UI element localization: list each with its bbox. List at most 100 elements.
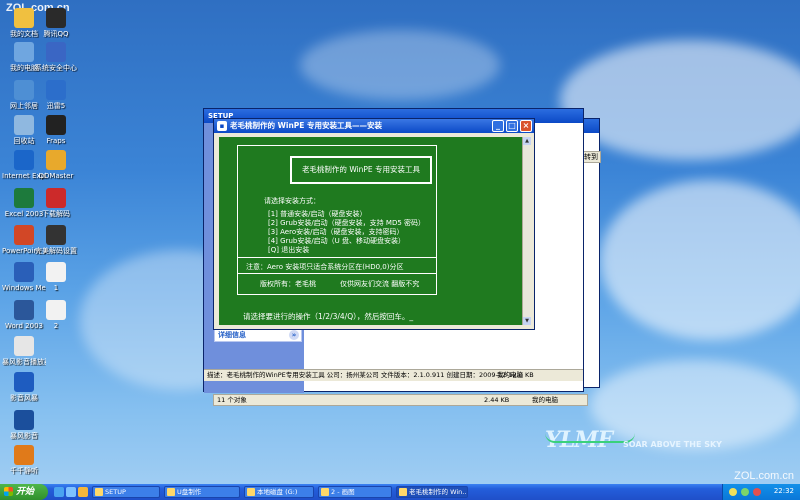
quicklaunch-ie-icon[interactable] — [54, 487, 64, 497]
maximize-button[interactable]: □ — [506, 120, 518, 132]
ttplayer-icon — [14, 445, 34, 465]
desktop-icon-label: 1 — [53, 284, 59, 292]
desktop-icon[interactable]: 影音风暴 — [2, 372, 46, 402]
desktop-icon[interactable]: 暴风影音播放器 — [2, 336, 46, 366]
status-pc: 我的电脑 — [532, 396, 558, 404]
aero-note: 注意：Aero 安装项只适合系统分区在(HD0,0)分区 — [246, 263, 404, 271]
tray-security-icon[interactable] — [753, 488, 761, 496]
taskbar-button[interactable]: 老毛桃制作的 Win... — [396, 486, 468, 498]
ddmaster-icon — [46, 150, 66, 170]
console-scrollbar[interactable]: ▲ ▼ — [522, 137, 531, 325]
installer-title: 老毛桃制作的 WinPE 专用安装工具——安装 — [230, 121, 383, 130]
desktop-icon-label: 暴风影音 — [10, 432, 38, 440]
desktop-icon-label: Fraps — [46, 137, 66, 145]
file-icon — [46, 300, 66, 320]
desktop-icon[interactable]: 迅雷5 — [34, 80, 78, 110]
taskbar-button[interactable]: SETUP — [92, 486, 160, 498]
excel-icon — [14, 188, 34, 208]
desktop-icon-label: 2 — [53, 322, 59, 330]
app-icon: ▪ — [217, 121, 227, 131]
window-icon — [95, 488, 103, 496]
desktop-icon-label: 千千静听 — [10, 467, 38, 475]
tray-speaker-icon[interactable] — [729, 488, 737, 496]
taskbar-button-label: 2 - 画图 — [331, 488, 355, 496]
status-location: 我的电脑 — [497, 371, 523, 379]
minimize-button[interactable]: _ — [492, 120, 504, 132]
storm-icon — [14, 410, 34, 430]
ylmf-logo: YLMF SOAR ABOVE THE SKY — [545, 427, 722, 453]
desktop-icon[interactable]: 系统安全中心 — [34, 42, 78, 72]
desktop-icon[interactable]: 千千静听 — [2, 445, 46, 475]
desktop-icon-label: 系统安全中心 — [35, 64, 77, 72]
desktop-icon-label: 迅雷5 — [46, 102, 66, 110]
taskbar-button[interactable]: 本地磁盘 (G:) — [244, 486, 314, 498]
taskbar-button-label: 老毛桃制作的 Win... — [409, 488, 468, 496]
taskbar-button-label: U盘制作 — [177, 488, 202, 496]
window-icon — [321, 488, 329, 496]
desktop-icon[interactable]: 2 — [34, 300, 78, 330]
explorer-status-bar-2: 11 个对象 2.44 KB 我的电脑 — [213, 394, 588, 406]
desktop-icon-label: 影音风暴 — [10, 394, 38, 402]
storm-codec-icon — [14, 372, 34, 392]
start-button[interactable]: 开始 — [0, 484, 48, 500]
download-icon — [46, 188, 66, 208]
prompt-heading: 请选择安装方式： — [264, 197, 320, 205]
installer-titlebar[interactable]: ▪ 老毛桃制作的 WinPE 专用安装工具——安装 _ □ × — [214, 119, 534, 133]
desktop-icon[interactable]: 1 — [34, 262, 78, 292]
desktop-icon[interactable]: 腾讯QQ — [34, 8, 78, 38]
copyright-note: 仅供网友们交流 翻版不究 — [340, 280, 420, 288]
logo-swoosh — [545, 433, 635, 443]
details-pane-header[interactable]: 详细信息 » — [214, 328, 302, 342]
desktop-icon-label: 完美解码设置 — [35, 247, 77, 255]
windows-flag-icon — [4, 487, 13, 496]
codec-settings-icon — [46, 225, 66, 245]
media-player-icon — [14, 262, 34, 282]
desktop-icon-label: 腾讯QQ — [43, 30, 69, 38]
system-tray: 22:32 — [722, 484, 800, 500]
explorer-status-bar: 描述：老毛桃制作的WinPE专用安装工具 公司：扬州某公司 文件版本：2.1.0… — [204, 369, 583, 381]
scroll-up-icon[interactable]: ▲ — [523, 137, 531, 145]
chevron-down-icon[interactable]: » — [289, 330, 299, 340]
desktop-icon-label: DDMaster — [38, 172, 74, 180]
window-icon — [399, 488, 407, 496]
quicklaunch-folder-icon[interactable] — [78, 487, 88, 497]
desktop-icon[interactable]: 暴风影音 — [2, 410, 46, 440]
fraps-icon — [46, 115, 66, 135]
qq-icon — [46, 8, 66, 28]
desktop-icon[interactable]: DDMaster — [34, 150, 78, 180]
clock: 22:32 — [773, 487, 794, 495]
thunder-icon — [46, 80, 66, 100]
logo-slogan: SOAR ABOVE THE SKY — [623, 440, 722, 449]
window-icon — [167, 488, 175, 496]
desktop-icon[interactable]: 完美解码设置 — [34, 225, 78, 255]
powerpoint-icon — [14, 225, 34, 245]
scroll-down-icon[interactable]: ▼ — [523, 317, 531, 325]
taskbar-button-label: SETUP — [105, 488, 126, 496]
menu-panel: 老毛桃制作的 WinPE 专用安装工具 请选择安装方式： [1] 普通安装/启动… — [237, 145, 437, 295]
desktop-icon[interactable]: 下载解码 — [34, 188, 78, 218]
window-icon — [247, 488, 255, 496]
divider — [238, 273, 436, 274]
status-size: 2.44 KB — [484, 396, 510, 404]
word-icon — [14, 300, 34, 320]
console-area[interactable]: 老毛桃制作的 WinPE 专用安装工具 请选择安装方式： [1] 普通安装/启动… — [219, 137, 531, 325]
close-button[interactable]: × — [520, 120, 532, 132]
ie-icon — [14, 150, 34, 170]
details-label: 详细信息 — [218, 331, 246, 339]
desktop-icon[interactable]: Fraps — [34, 115, 78, 145]
taskbar-button[interactable]: 2 - 画图 — [318, 486, 392, 498]
quicklaunch-desktop-icon[interactable] — [66, 487, 76, 497]
copyright-text: 版权所有：老毛桃 — [260, 280, 316, 288]
goto-button[interactable]: 转到 — [584, 152, 598, 162]
taskbar-button[interactable]: U盘制作 — [164, 486, 240, 498]
desktop-icon-label: 下载解码 — [42, 210, 70, 218]
recycle-bin-icon — [14, 115, 34, 135]
start-label: 开始 — [16, 487, 35, 497]
security-center-icon — [46, 42, 66, 62]
menu-option-quit: [Q] 退出安装 — [268, 246, 310, 254]
input-prompt[interactable]: 请选择要进行的操作（1/2/3/4/Q），然后按回车。_ — [243, 311, 413, 322]
tray-network-icon[interactable] — [741, 488, 749, 496]
installer-window[interactable]: ▪ 老毛桃制作的 WinPE 专用安装工具——安装 _ □ × 老毛桃制作的 W… — [213, 118, 535, 330]
desktop-icon-label: 暴风影音播放器 — [2, 358, 46, 366]
storm-player-icon — [14, 336, 34, 356]
